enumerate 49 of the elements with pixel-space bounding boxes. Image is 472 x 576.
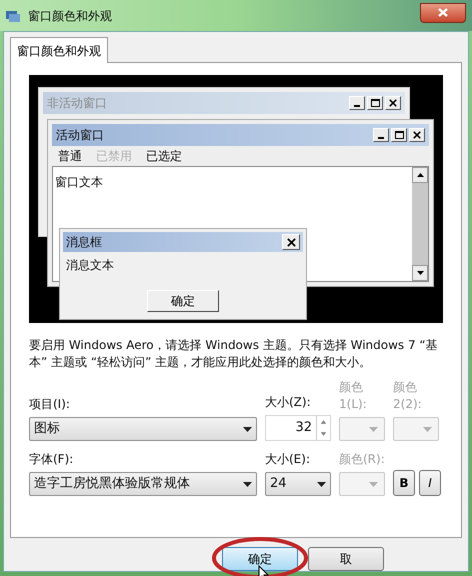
window-icon xyxy=(6,10,20,22)
minimize-button[interactable] xyxy=(373,128,389,142)
down-arrow-icon xyxy=(416,271,424,275)
maximize-icon xyxy=(370,99,380,107)
inactive-window-title: 非活动窗口 xyxy=(47,95,107,112)
close-icon xyxy=(438,8,448,17)
dropdown-arrow-icon xyxy=(423,426,432,432)
dropdown[interactable]: 24 xyxy=(265,472,331,496)
field-label: 大小(Z): xyxy=(265,394,312,411)
close-icon xyxy=(286,238,296,246)
dropdown-arrow-icon xyxy=(317,482,326,486)
minimize-icon xyxy=(354,105,360,107)
message-box-title: 消息框 xyxy=(66,234,102,251)
field-label: 项目(I): xyxy=(29,396,71,413)
maximize-icon xyxy=(394,131,404,139)
dropdown-arrow-icon xyxy=(369,482,378,486)
dropdown-arrow-icon xyxy=(243,482,252,486)
description-text: 要启用 Windows Aero，请选择 Windows 主题。只有选择 Windows 7 “基本” 主题或 “轻松访问” 主题，才能应用此处选择的颜色和大小。 xyxy=(29,337,439,371)
window-title: 窗口颜色和外观 xyxy=(28,8,113,24)
dropdown-arrow-icon xyxy=(369,426,378,432)
size-spinner[interactable]: 32 xyxy=(265,415,331,441)
dropdown-arrow-icon xyxy=(243,426,252,432)
bold-button[interactable]: B xyxy=(393,470,415,496)
dropdown[interactable]: 图标 xyxy=(29,417,257,441)
field-label: 大小(E): xyxy=(265,451,311,468)
minimize-button[interactable] xyxy=(349,96,365,110)
field-label: 颜色 1(L): xyxy=(339,379,368,413)
window-text: 窗口文本 xyxy=(55,175,103,189)
dropdown[interactable]: 造字工房悦黑体验版常规体 xyxy=(29,472,257,496)
close-icon xyxy=(389,99,397,107)
active-window-title: 活动窗口 xyxy=(56,127,104,144)
field-label: 字体(F): xyxy=(29,451,74,468)
message-text: 消息文本 xyxy=(65,257,115,274)
maximize-button[interactable] xyxy=(367,96,383,110)
up-arrow-icon xyxy=(416,173,424,177)
dialog-button[interactable]: 确定 xyxy=(222,547,298,571)
close-icon xyxy=(413,131,421,139)
maximize-button[interactable] xyxy=(391,128,407,142)
field-label: 颜色 2(2): xyxy=(393,379,423,413)
tab[interactable]: 窗口颜色和外观 xyxy=(10,37,108,63)
dialog-button[interactable]: 取 xyxy=(308,547,384,571)
minimize-icon xyxy=(378,137,384,139)
field-label: 颜色(R): xyxy=(339,451,385,468)
scrollbar[interactable] xyxy=(412,167,428,281)
ok-button[interactable]: 确定 xyxy=(147,290,219,312)
italic-button[interactable]: I xyxy=(419,470,441,496)
menu-item[interactable]: 已选定 xyxy=(146,147,182,165)
menu-item[interactable]: 普通 xyxy=(58,147,82,165)
close-button[interactable] xyxy=(420,2,466,22)
